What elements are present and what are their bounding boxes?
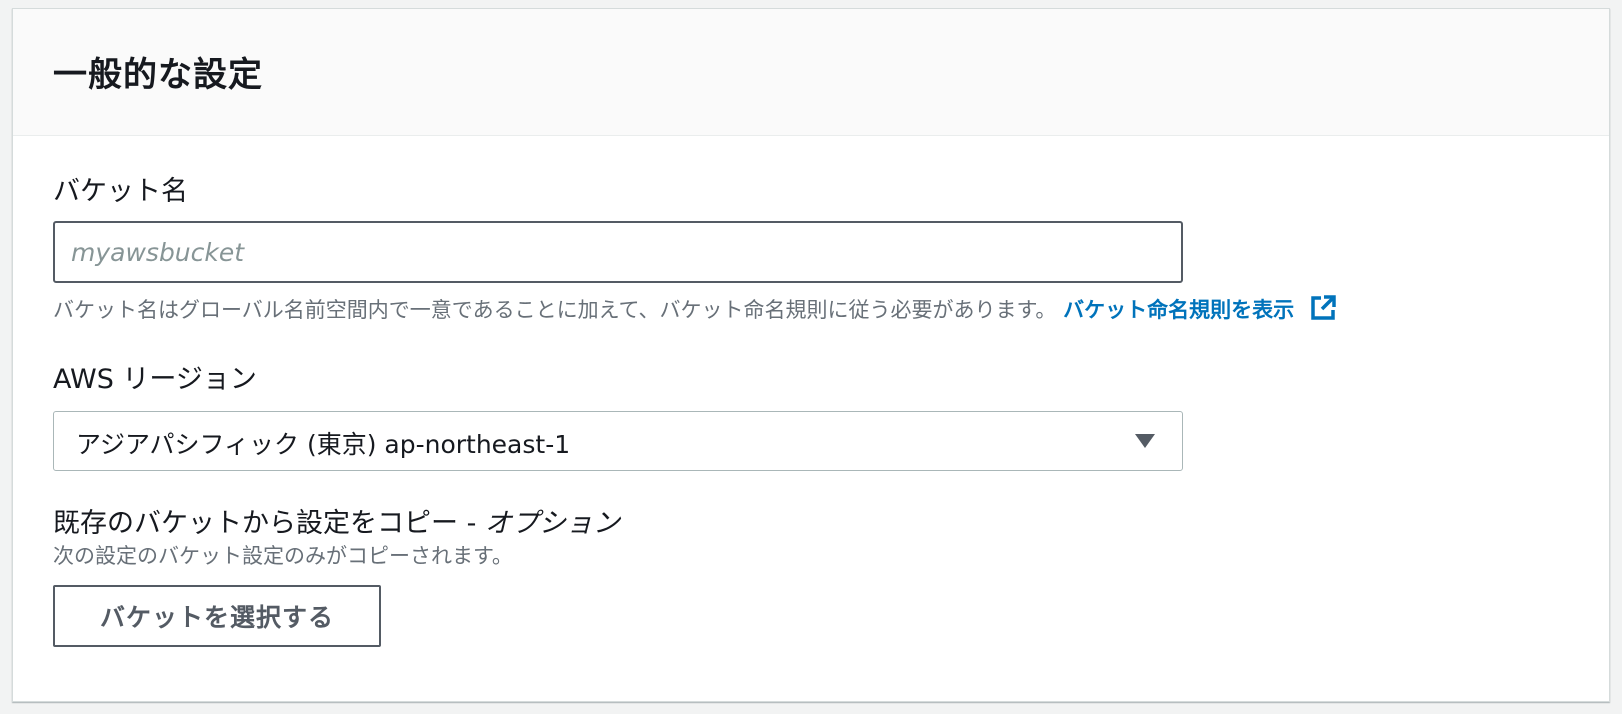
copy-settings-description: 次の設定のバケット設定のみがコピーされます。 xyxy=(53,544,513,568)
external-link-icon xyxy=(1309,294,1337,327)
bucket-name-input[interactable] xyxy=(53,221,1183,283)
general-settings-panel: 一般的な設定 バケット名 バケット名はグローバル名前空間内で一意であることに加え… xyxy=(12,8,1610,702)
bucket-name-label: バケット名 xyxy=(53,176,188,207)
region-label: AWS リージョン xyxy=(53,364,257,395)
copy-settings-label-text: 既存のバケットから設定をコピー - xyxy=(53,508,485,539)
naming-rules-link[interactable]: バケット命名規則を表示 xyxy=(1063,295,1337,322)
choose-bucket-button[interactable]: バケットを選択する xyxy=(53,585,381,647)
region-selected-value: アジアパシフィック (東京) ap-northeast-1 xyxy=(76,430,571,459)
region-select[interactable]: アジアパシフィック (東京) ap-northeast-1 xyxy=(53,411,1183,471)
naming-rules-link-label: バケット命名規則を表示 xyxy=(1063,298,1295,322)
bucket-name-hint-text: バケット名はグローバル名前空間内で一意であることに加えて、バケット命名規則に従う… xyxy=(53,298,1057,322)
caret-down-icon xyxy=(1134,433,1156,453)
panel-header: 一般的な設定 xyxy=(13,9,1609,136)
copy-settings-label: 既存のバケットから設定をコピー - オプション xyxy=(53,501,620,540)
panel-title: 一般的な設定 xyxy=(53,55,263,95)
bucket-name-hint: バケット名はグローバル名前空間内で一意であることに加えて、バケット命名規則に従う… xyxy=(53,294,1337,327)
optional-tag: オプション xyxy=(484,508,620,539)
